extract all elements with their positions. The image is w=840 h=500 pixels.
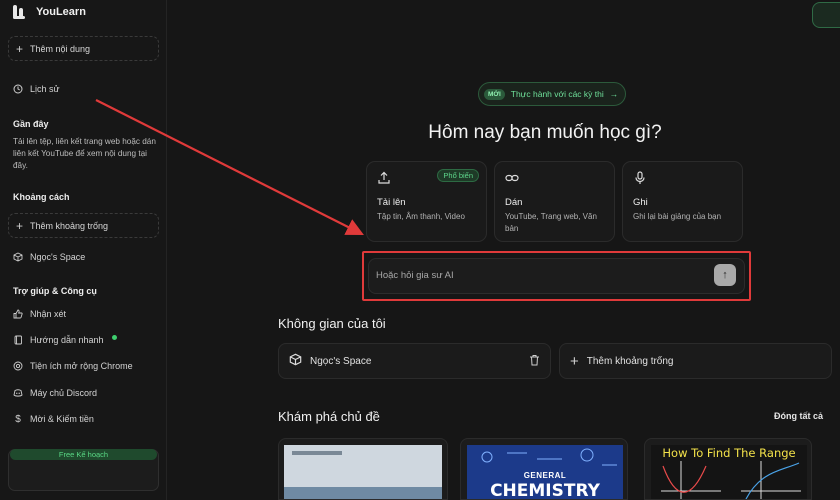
- space-card[interactable]: Ngọc's Space: [278, 343, 551, 379]
- plan-badge: Free Kế hoạch: [10, 449, 157, 460]
- send-button[interactable]: ↑: [714, 264, 736, 286]
- sidebar: YouLearn + Thêm nội dung Lịch sử Gần đây…: [0, 0, 167, 500]
- explore-title: Khám phá chủ đề: [278, 409, 380, 424]
- document-preview: [284, 445, 442, 499]
- graph-doodle: [661, 461, 801, 499]
- sidebar-item-history[interactable]: Lịch sử: [13, 84, 60, 94]
- add-content-label: Thêm nội dung: [30, 43, 91, 54]
- chrome-icon: [13, 361, 23, 371]
- record-card[interactable]: Ghi Ghi lại bài giảng của bạn: [622, 161, 743, 242]
- upload-title: Tải lên: [377, 197, 406, 208]
- topic-thumbnail[interactable]: [278, 438, 448, 500]
- upload-description: Tập tin, Âm thanh, Video: [377, 212, 465, 221]
- practice-exams-promo[interactable]: MỚI Thực hành với các kỳ thi →: [478, 82, 627, 106]
- new-badge: MỚI: [484, 88, 505, 100]
- record-description: Ghi lại bài giảng của bạn: [633, 212, 722, 221]
- youlearn-logo-icon: [12, 3, 30, 21]
- sidebar-item-quick-guide[interactable]: Hướng dẫn nhanh: [13, 335, 118, 345]
- discord-icon: [13, 388, 23, 398]
- collapse-all-button[interactable]: Đóng tất cả: [774, 411, 823, 421]
- top-right-button[interactable]: [812, 2, 840, 28]
- paste-card[interactable]: Dán YouTube, Trang web, Văn bản: [494, 161, 615, 242]
- chrome-extension-label: Tiện ích mở rộng Chrome: [30, 361, 133, 371]
- invite-earn-label: Mời & Kiếm tiền: [30, 414, 94, 424]
- add-space-label: Thêm khoảng trống: [30, 220, 109, 231]
- add-space-card[interactable]: + Thêm khoảng trống: [559, 343, 832, 379]
- history-label: Lịch sử: [30, 84, 60, 94]
- cube-icon: [13, 252, 23, 262]
- sidebar-item-discord[interactable]: Máy chủ Discord: [13, 388, 97, 398]
- recent-heading: Gần đây: [13, 119, 49, 129]
- page-title: Hôm nay bạn muốn học gì?: [428, 122, 662, 143]
- sidebar-item-space[interactable]: Ngọc's Space: [13, 252, 85, 262]
- add-space-card-label: Thêm khoảng trống: [586, 355, 674, 367]
- discord-label: Máy chủ Discord: [30, 388, 98, 398]
- link-icon: [505, 171, 604, 187]
- thumbnail-title: CHEMISTRY: [490, 481, 600, 500]
- paste-title: Dán: [505, 197, 523, 208]
- microphone-icon: [633, 171, 732, 187]
- quick-guide-label: Hướng dẫn nhanh: [30, 335, 104, 345]
- sidebar-add-space-button[interactable]: + Thêm khoảng trống: [8, 213, 159, 238]
- sidebar-item-invite-earn[interactable]: $ Mời & Kiếm tiền: [13, 413, 94, 425]
- space-label: Ngọc's Space: [30, 252, 86, 262]
- app-logo[interactable]: YouLearn: [12, 3, 86, 21]
- app-name: YouLearn: [36, 6, 86, 18]
- space-card-name: Ngọc's Space: [310, 355, 372, 367]
- arrow-right-icon: →: [609, 89, 619, 99]
- new-indicator-dot: [112, 335, 118, 340]
- feedback-label: Nhận xét: [30, 309, 67, 319]
- history-icon: [13, 84, 23, 94]
- add-content-button[interactable]: + Thêm nội dung: [8, 36, 159, 61]
- spaces-heading: Khoảng cách: [13, 192, 70, 202]
- sidebar-item-chrome-extension[interactable]: Tiện ích mở rộng Chrome: [13, 361, 133, 371]
- plus-icon: +: [570, 352, 579, 370]
- my-spaces-title: Không gian của tôi: [278, 316, 386, 331]
- thumbs-up-icon: [13, 309, 23, 319]
- record-title: Ghi: [633, 197, 648, 208]
- book-icon: [13, 335, 23, 345]
- recent-description: Tải lên tệp, liên kết trang web hoặc dán…: [13, 137, 156, 170]
- topic-thumbnail-range[interactable]: How To Find The Range: [644, 438, 812, 500]
- plus-icon: +: [16, 41, 24, 56]
- thumbnail-title: How To Find The Range: [662, 446, 796, 460]
- plus-icon: +: [16, 218, 24, 233]
- thumbnail-subtitle: GENERAL: [523, 471, 567, 480]
- arrow-up-icon: ↑: [722, 269, 728, 281]
- cube-icon: [289, 353, 302, 369]
- dollar-icon: $: [15, 413, 21, 425]
- sidebar-item-feedback[interactable]: Nhận xét: [13, 309, 66, 319]
- upload-card[interactable]: Phổ biến Tải lên Tập tin, Âm thanh, Vide…: [366, 161, 487, 242]
- promo-text: Thực hành với các kỳ thi: [510, 89, 604, 99]
- trash-icon[interactable]: [529, 354, 540, 369]
- topic-thumbnail-chemistry[interactable]: GENERAL CHEMISTRY: [460, 438, 628, 500]
- popular-badge: Phổ biến: [437, 169, 479, 182]
- paste-description: YouTube, Trang web, Văn bản: [505, 212, 597, 233]
- help-heading: Trợ giúp & Công cụ: [13, 286, 97, 296]
- ask-ai-input[interactable]: [376, 268, 696, 282]
